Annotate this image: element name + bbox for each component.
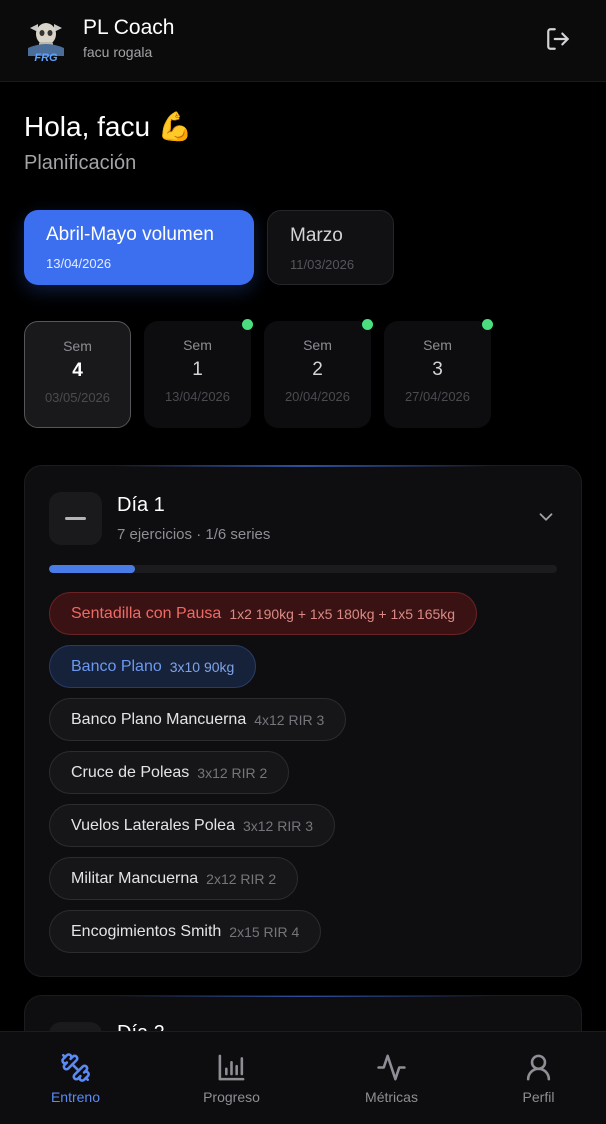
week-date: 20/04/2026 [284,389,351,404]
plan-card-abril-mayo[interactable]: Abril-Mayo volumen 13/04/2026 [24,210,254,285]
week-number: 2 [312,359,323,380]
week-date: 03/05/2026 [44,390,111,405]
exercise-detail: 3x10 90kg [169,658,235,675]
week-card-2[interactable]: Sem 2 20/04/2026 [264,319,373,428]
exercise-detail: 3x12 RIR 3 [242,817,314,834]
exercise-name: Banco Plano Mancuerna [71,710,247,728]
bottom-nav: Entreno Progreso Métricas Perfil [0,1031,606,1124]
exercise-detail: 3x12 RIR 2 [197,764,268,781]
week-date: 27/04/2026 [404,389,471,404]
exercise-detail: 1x2 190kg + 1x5 180kg + 1x5 165kg [229,605,456,622]
week-date: 13/04/2026 [164,389,231,404]
week-card-4[interactable]: Sem 4 03/05/2026 [24,321,131,428]
exercise-chip[interactable]: Militar Mancuerna 2x12 RIR 2 [49,857,299,900]
nav-label: Entreno [50,1089,101,1105]
exercise-detail: 2x15 RIR 4 [229,923,300,940]
dumbbell-icon [61,1053,90,1082]
exercise-chip[interactable]: Banco Plano 3x10 90kg [49,645,257,688]
app-header: FRG PL Coach facu rogala [0,0,606,82]
week-label: Sem [63,338,92,354]
day-progress-bar [49,565,557,573]
completed-dot-icon [362,319,373,330]
bar-chart-icon [218,1054,245,1081]
plan-date: 13/04/2026 [46,256,112,271]
activity-icon [377,1054,406,1081]
exercise-chip[interactable]: Banco Plano Mancuerna 4x12 RIR 3 [49,698,347,741]
exercise-detail: 4x12 RIR 3 [254,711,325,728]
nav-item-progreso[interactable]: Progreso [156,1032,307,1124]
week-number: 4 [72,360,83,381]
user-icon [526,1054,551,1081]
exercise-name: Vuelos Laterales Polea [71,816,235,834]
exercise-name: Sentadilla con Pausa [71,604,222,622]
nav-item-metricas[interactable]: Métricas [316,1032,467,1124]
exercise-chip[interactable]: Cruce de Poleas 3x12 RIR 2 [49,751,290,794]
exercise-detail: 2x12 RIR 2 [206,870,277,887]
plan-name: Marzo [290,225,343,246]
day-card-1: Día 1 7 ejercicios · 1/6 series Sentadil… [24,465,582,977]
minus-icon [65,517,86,520]
app-title: PL Coach [83,16,175,39]
day-progress-fill [49,565,136,573]
day-summary: 7 ejercicios · 1/6 series [117,526,271,543]
week-label: Sem [423,337,452,353]
week-number: 1 [192,359,203,380]
nav-item-perfil[interactable]: Perfil [463,1032,606,1124]
week-number: 3 [432,359,443,380]
week-label: Sem [183,337,212,353]
collapse-toggle-button[interactable] [49,492,102,545]
plan-card-marzo[interactable]: Marzo 11/03/2026 [267,210,394,285]
exercise-name: Cruce de Poleas [71,763,190,781]
nav-label: Perfil [522,1089,555,1105]
exercise-name: Encogimientos Smith [71,922,222,940]
avatar-logo-text: FRG [34,52,58,64]
exercise-name: Militar Mancuerna [71,869,199,887]
week-card-1[interactable]: Sem 1 13/04/2026 [144,319,253,428]
exercise-chip[interactable]: Encogimientos Smith 2x15 RIR 4 [49,910,322,953]
nav-label: Progreso [203,1089,260,1105]
exercise-chip[interactable]: Sentadilla con Pausa 1x2 190kg + 1x5 180… [49,592,478,635]
plan-date: 11/03/2026 [290,257,355,272]
section-subtitle: Planificación [24,152,137,174]
exercise-chip[interactable]: Vuelos Laterales Polea 3x12 RIR 3 [49,804,336,847]
logout-icon[interactable] [545,26,571,52]
greeting-title: Hola, facu 💪 [24,111,193,142]
chevron-down-icon[interactable] [535,506,557,528]
completed-dot-icon [242,319,253,330]
week-label: Sem [303,337,332,353]
week-card-3[interactable]: Sem 3 27/04/2026 [384,319,493,428]
nav-item-entreno[interactable]: Entreno [0,1032,151,1124]
plan-name: Abril-Mayo volumen [46,224,214,245]
nav-label: Métricas [365,1089,418,1105]
user-name: facu rogala [83,44,153,60]
completed-dot-icon [482,319,493,330]
avatar[interactable]: FRG [24,16,68,64]
exercise-name: Banco Plano [71,657,162,675]
day-title: Día 1 [117,494,165,516]
